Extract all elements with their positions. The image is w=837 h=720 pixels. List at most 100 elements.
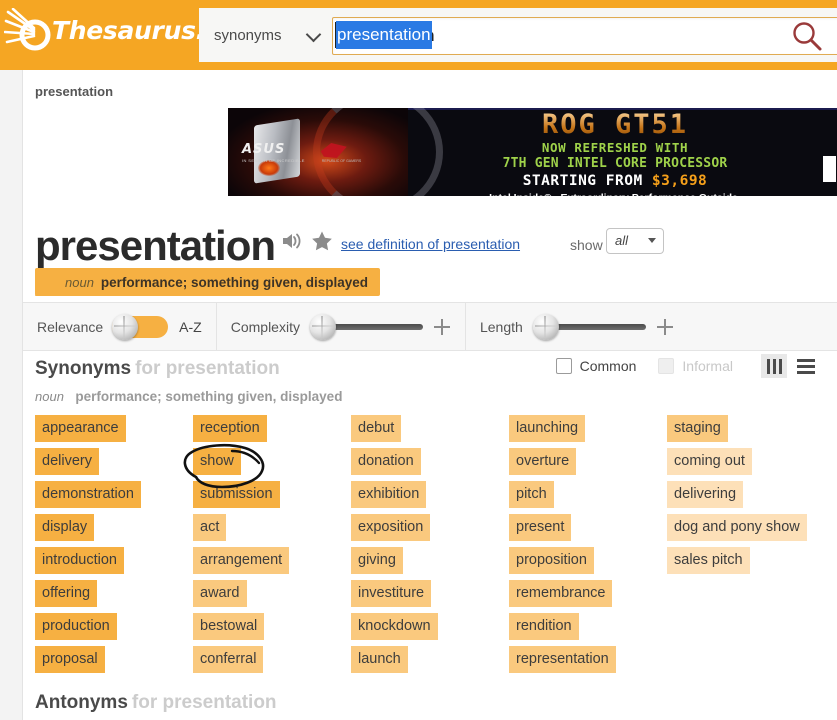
synonym-chip[interactable]: representation xyxy=(509,646,616,673)
synonym-chip[interactable]: pitch xyxy=(509,481,554,508)
advertisement-banner[interactable]: ASUS IN SEARCH OF INCREDIBLE REPUBLIC OF… xyxy=(228,108,837,196)
synonym-chip[interactable]: exhibition xyxy=(351,481,427,508)
plus-icon[interactable] xyxy=(656,318,674,336)
synonyms-pos-definition: performance; something given, displayed xyxy=(75,389,343,404)
synonym-chip[interactable]: reception xyxy=(193,415,267,442)
search-button[interactable] xyxy=(789,20,825,54)
synonym-chip[interactable]: appearance xyxy=(35,415,126,442)
plus-icon[interactable] xyxy=(433,318,451,336)
slider-knob[interactable] xyxy=(532,313,559,340)
synonym-chip[interactable]: coming out xyxy=(667,448,752,475)
synonym-chip[interactable]: proposition xyxy=(509,547,594,574)
synonym-chip[interactable]: launch xyxy=(351,646,408,673)
synonym-chip[interactable]: introduction xyxy=(35,547,124,574)
synonyms-column: reception show submission act arrangement awa… xyxy=(193,415,351,679)
ad-price-line: STARTING FROM $3,698 xyxy=(406,172,824,190)
synonym-chip[interactable]: production xyxy=(35,613,117,640)
synonym-chip[interactable]: remembrance xyxy=(509,580,613,607)
pos-tag: noun xyxy=(65,274,94,290)
synonym-chip[interactable]: rendition xyxy=(509,613,579,640)
chevron-down-icon xyxy=(306,27,322,43)
show-filter-select[interactable]: all xyxy=(606,228,664,254)
synonyms-column: staging coming out delivering dog and pony … xyxy=(667,415,825,679)
synonyms-column: debut donation exhibition exposition giving i… xyxy=(351,415,509,679)
slider-knob[interactable] xyxy=(309,313,336,340)
synonym-chip[interactable]: dog and pony show xyxy=(667,514,807,541)
site-logo[interactable]: Thesaurus.com xyxy=(0,0,262,70)
synonyms-title: Synonyms xyxy=(35,358,132,379)
search-icon xyxy=(793,22,822,51)
rog-eye-icon xyxy=(320,143,347,158)
synonym-chip[interactable]: submission xyxy=(193,481,280,508)
columns-view-icon[interactable] xyxy=(761,354,787,378)
synonym-chip[interactable]: act xyxy=(193,514,227,541)
synonym-chip[interactable]: overture xyxy=(509,448,577,475)
ad-headline: ROG GT51 xyxy=(406,110,824,140)
chevron-down-icon xyxy=(648,238,656,243)
search-type-value: synonyms xyxy=(214,26,282,44)
ad-price-value: $3,698 xyxy=(651,173,708,189)
page-title: presentation xyxy=(35,222,276,269)
synonym-chip[interactable]: launching xyxy=(509,415,586,442)
synonym-chip[interactable]: debut xyxy=(351,415,402,442)
asus-tagline: IN SEARCH OF INCREDIBLE xyxy=(242,158,305,163)
synonym-chip[interactable]: knockdown xyxy=(351,613,438,640)
synonym-chip[interactable]: arrangement xyxy=(193,547,290,574)
synonym-chip[interactable]: giving xyxy=(351,547,403,574)
speaker-icon[interactable] xyxy=(281,231,303,256)
ad-subline-1: NOW REFRESHED WITH xyxy=(541,140,689,155)
pos-definition-text: performance; something given, displayed xyxy=(100,274,368,290)
synonym-chip[interactable]: investiture xyxy=(351,580,432,607)
synonyms-grid: appearance delivery demonstration display in… xyxy=(35,415,825,679)
synonyms-pos-line: noun performance; something given, displ… xyxy=(35,388,342,406)
length-label: Length xyxy=(479,318,523,335)
synonym-chip[interactable]: conferral xyxy=(193,646,264,673)
synonym-chip[interactable]: demonstration xyxy=(35,481,141,508)
slider-track xyxy=(326,323,423,330)
page-background: presentation ASUS IN SEARCH OF INCREDIBL… xyxy=(0,70,837,720)
synonyms-column: appearance delivery demonstration display in… xyxy=(35,415,193,679)
synonym-chip[interactable]: delivering xyxy=(667,481,744,508)
synonym-chip[interactable]: staging xyxy=(667,415,728,442)
see-definition-link[interactable]: see definition of presentation xyxy=(341,236,520,252)
synonym-chip[interactable]: show xyxy=(193,448,241,475)
filter-length: Length xyxy=(464,302,688,351)
synonym-chip[interactable]: exposition xyxy=(351,514,431,541)
synonyms-heading: Synonyms for presentation xyxy=(35,358,280,380)
filter-toolbar: Relevance A-Z Complexity Length xyxy=(23,302,837,351)
length-slider[interactable] xyxy=(532,313,646,340)
site-header: Thesaurus.com synonyms presentation xyxy=(0,0,837,70)
filter-complexity: Complexity xyxy=(215,302,465,351)
toggle-knob[interactable] xyxy=(112,313,139,340)
search-type-select[interactable]: synonyms xyxy=(204,16,332,54)
synonym-chip[interactable]: award xyxy=(193,580,247,607)
synonym-chip[interactable]: offering xyxy=(35,580,98,607)
synonyms-pos-tag: noun xyxy=(35,389,64,404)
informal-checkbox xyxy=(658,358,675,374)
synonyms-column: launching overture pitch present proposition… xyxy=(509,415,667,679)
synonym-chip[interactable]: bestowal xyxy=(193,613,265,640)
antonyms-heading: Antonyms for presentation xyxy=(35,692,277,714)
synonym-chip[interactable]: sales pitch xyxy=(667,547,750,574)
slider-track xyxy=(549,323,646,330)
rog-tagline: REPUBLIC OF GAMERS xyxy=(321,159,362,163)
show-filter-value: all xyxy=(615,233,629,248)
synonym-chip[interactable]: proposal xyxy=(35,646,105,673)
complexity-slider[interactable] xyxy=(309,313,423,340)
breadcrumb: presentation xyxy=(35,84,114,99)
synonym-chip[interactable]: donation xyxy=(351,448,421,475)
synonym-chip[interactable]: display xyxy=(35,514,95,541)
show-filter-label: show xyxy=(570,237,603,253)
star-icon[interactable] xyxy=(311,230,333,257)
main-content: presentation ASUS IN SEARCH OF INCREDIBL… xyxy=(22,70,837,720)
synonym-chip[interactable]: delivery xyxy=(35,448,99,475)
relevance-toggle[interactable] xyxy=(112,313,169,340)
ad-price-prefix: STARTING FROM xyxy=(522,173,652,189)
ad-copy: ROG GT51 NOW REFRESHED WITH 7TH GEN INTE… xyxy=(406,110,824,197)
ad-choices-button[interactable] xyxy=(823,156,836,182)
list-view-icon[interactable] xyxy=(793,354,819,378)
common-checkbox[interactable] xyxy=(555,358,572,374)
search-input[interactable] xyxy=(332,17,837,55)
informal-label: Informal xyxy=(682,358,733,374)
synonym-chip[interactable]: present xyxy=(509,514,572,541)
